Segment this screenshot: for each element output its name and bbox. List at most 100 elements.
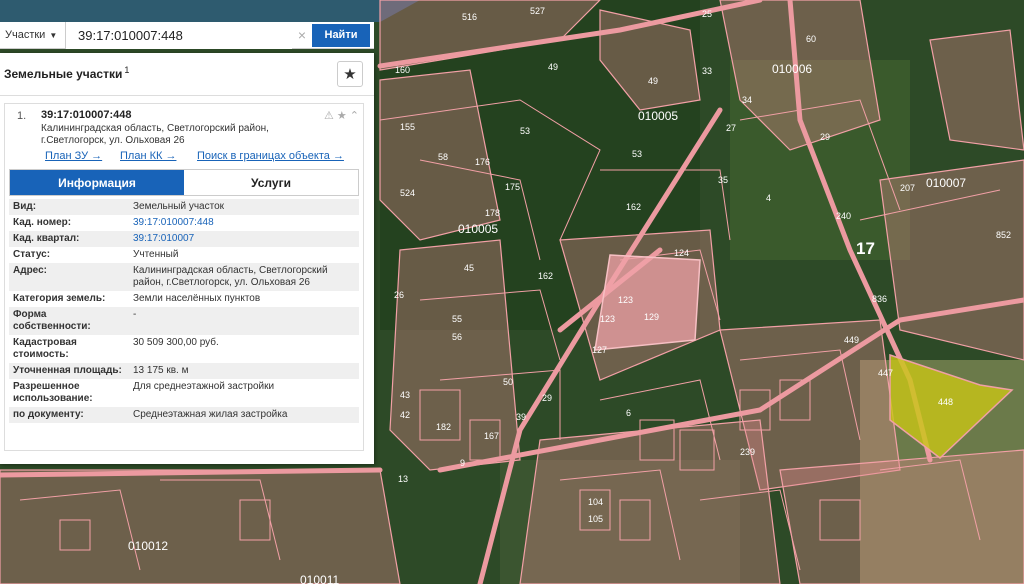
svg-text:162: 162 <box>626 202 641 212</box>
row-key: Кад. квартал: <box>9 231 129 247</box>
svg-text:50: 50 <box>503 377 513 387</box>
svg-text:524: 524 <box>400 188 415 198</box>
svg-text:176: 176 <box>475 157 490 167</box>
chevron-up-icon[interactable]: ⌃ <box>350 110 359 122</box>
svg-text:34: 34 <box>742 95 752 105</box>
svg-text:010012: 010012 <box>128 539 168 553</box>
row-key: Категория земель: <box>13 293 106 304</box>
result-cad-number[interactable]: 39:17:010007:448 <box>41 109 132 121</box>
panel-title-text: Земельные участки <box>4 67 123 81</box>
result-address: Калининградская область, Светлогорский р… <box>41 123 269 146</box>
svg-text:27: 27 <box>726 123 736 133</box>
table-row: Статус: Учтенный <box>9 247 359 263</box>
warning-icon[interactable]: ⚠ <box>324 110 334 122</box>
panel-header: Земельные участки 1 ★ <box>0 53 374 96</box>
table-row: Уточненная площадь: 13 175 кв. м <box>9 363 359 379</box>
tab-info[interactable]: Информация <box>10 170 184 195</box>
table-row: Кадастровая стоимость: 30 509 300,00 руб. <box>9 335 359 363</box>
tab-services[interactable]: Услуги <box>184 170 358 195</box>
star-icon[interactable]: ★ <box>337 110 347 122</box>
svg-text:49: 49 <box>648 76 658 86</box>
svg-text:43: 43 <box>400 390 410 400</box>
panel-title: Земельные участки 1 <box>4 65 129 81</box>
svg-text:39: 39 <box>516 412 526 422</box>
search-type-select[interactable]: Участки ▼ <box>0 21 66 49</box>
svg-text:449: 449 <box>844 335 859 345</box>
svg-text:42: 42 <box>400 410 410 420</box>
table-row: Категория земель: Земли населённых пункто… <box>9 291 359 307</box>
plan-kk-link[interactable]: План КК → <box>120 150 176 162</box>
svg-text:010006: 010006 <box>772 62 812 76</box>
favorites-button[interactable]: ★ <box>337 61 363 87</box>
svg-text:123: 123 <box>600 314 615 324</box>
row-value: Среднеэтажная жилая застройка <box>129 407 359 423</box>
row-value: Калининградская область, Светлогорский р… <box>129 263 359 291</box>
svg-text:010007: 010007 <box>926 176 966 190</box>
info-table: Вид: Земельный участок Кад. номер: 39:17:0… <box>9 199 359 423</box>
svg-text:26: 26 <box>394 290 404 300</box>
svg-text:448: 448 <box>938 397 953 407</box>
svg-text:4: 4 <box>766 193 771 203</box>
svg-text:447: 447 <box>878 368 893 378</box>
clear-icon[interactable]: × <box>292 27 312 43</box>
table-row: Разрешенное использование: Для среднеэтаж… <box>9 379 359 407</box>
result-count: 1 <box>124 65 130 75</box>
svg-text:29: 29 <box>542 393 552 403</box>
svg-text:17: 17 <box>856 239 875 258</box>
row-value: - <box>129 307 359 335</box>
svg-text:239: 239 <box>740 447 755 457</box>
row-value: Земельный участок <box>129 199 359 215</box>
svg-text:516: 516 <box>462 12 477 22</box>
table-row: Кад. квартал: 39:17:010007 <box>9 231 359 247</box>
chevron-down-icon: ▼ <box>49 30 58 40</box>
search-bar: Участки ▼ × Найти <box>0 21 374 49</box>
svg-text:010005: 010005 <box>638 109 678 123</box>
row-key: Уточненная площадь: <box>9 363 129 379</box>
row-value: Учтенный <box>133 249 179 260</box>
row-value: Для среднеэтажной застройки <box>133 381 275 392</box>
svg-text:33: 33 <box>702 66 712 76</box>
svg-text:129: 129 <box>644 312 659 322</box>
table-row: Кад. номер: 39:17:010007:448 <box>9 215 359 231</box>
row-value: 30 509 300,00 руб. <box>133 337 219 348</box>
row-key: Адрес: <box>9 263 129 291</box>
row-key: Вид: <box>9 199 129 215</box>
svg-text:58: 58 <box>438 152 448 162</box>
svg-text:836: 836 <box>872 294 887 304</box>
row-key: Разрешенное использование: <box>13 381 93 404</box>
table-row: Адрес: Калининградская область, Светлогор… <box>9 263 359 291</box>
svg-text:124: 124 <box>674 248 689 258</box>
row-key: Статус: <box>13 249 51 260</box>
search-input[interactable] <box>66 21 292 49</box>
svg-text:852: 852 <box>996 230 1011 240</box>
svg-text:127: 127 <box>592 345 607 355</box>
svg-text:104: 104 <box>588 497 603 507</box>
svg-text:123: 123 <box>618 295 633 305</box>
find-button[interactable]: Найти <box>312 23 370 47</box>
svg-text:53: 53 <box>632 149 642 159</box>
svg-text:45: 45 <box>464 263 474 273</box>
cad-quarter-link[interactable]: 39:17:010007 <box>129 231 359 247</box>
card-actions: ⚠ ★ ⌃ <box>321 109 359 122</box>
svg-text:160: 160 <box>395 65 410 75</box>
star-icon: ★ <box>343 66 357 83</box>
result-card[interactable]: 1. 39:17:010007:448 Калининградская обла… <box>4 103 364 451</box>
svg-text:9: 9 <box>460 458 465 468</box>
svg-text:49: 49 <box>548 62 558 72</box>
cad-number-link[interactable]: 39:17:010007:448 <box>129 215 359 231</box>
svg-text:207: 207 <box>900 183 915 193</box>
svg-text:178: 178 <box>485 208 500 218</box>
svg-text:240: 240 <box>836 211 851 221</box>
svg-text:175: 175 <box>505 182 520 192</box>
svg-text:182: 182 <box>436 422 451 432</box>
row-key: Кад. номер: <box>13 217 72 228</box>
svg-text:010011: 010011 <box>300 573 339 584</box>
results-panel: Земельные участки 1 ★ 1. 39:17:010007:448… <box>0 53 374 464</box>
svg-text:13: 13 <box>398 474 408 484</box>
search-in-bounds-link[interactable]: Поиск в границах объекта → <box>197 150 344 162</box>
svg-text:60: 60 <box>806 34 816 44</box>
plan-zu-link[interactable]: План ЗУ → <box>45 150 102 162</box>
row-key: Форма собственности: <box>9 307 129 335</box>
result-index: 1. <box>17 110 27 122</box>
svg-text:527: 527 <box>530 6 545 16</box>
